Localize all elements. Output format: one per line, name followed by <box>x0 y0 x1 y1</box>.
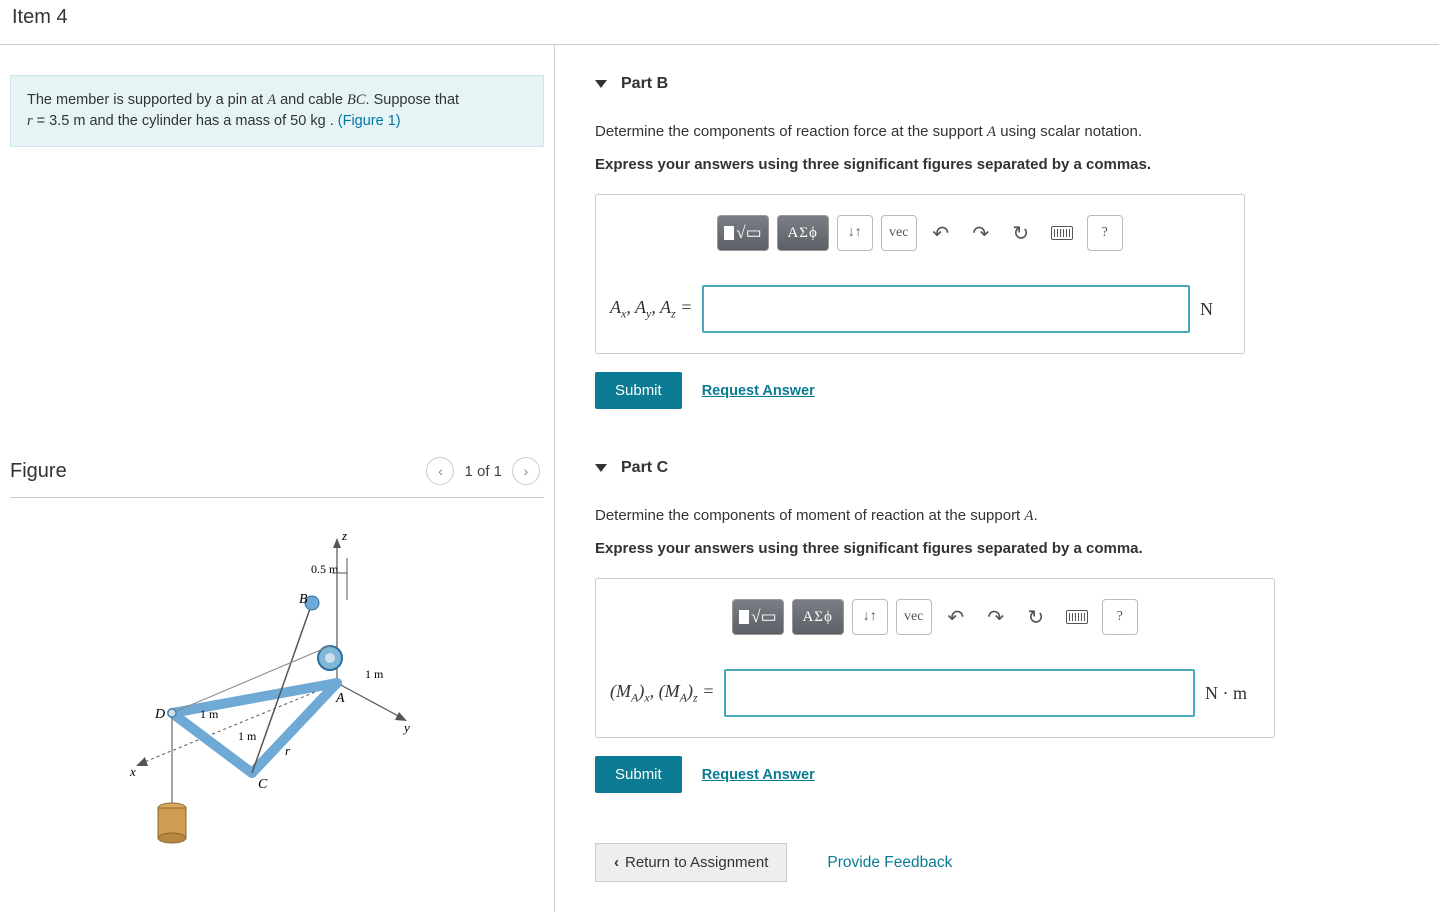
redo-icon: ↷ <box>987 605 1004 630</box>
axis-x-label: x <box>129 764 136 779</box>
templates-button[interactable]: √▭ <box>732 599 783 635</box>
vector-button[interactable]: vec <box>881 215 917 251</box>
reset-icon: ↻ <box>1012 221 1029 246</box>
sqrt-icon: √▭ <box>736 223 761 243</box>
help-button[interactable]: ? <box>1087 215 1123 251</box>
undo-button[interactable]: ↶ <box>925 215 957 251</box>
part-b-instruction-b: using scalar notation. <box>996 123 1142 140</box>
reset-icon: ↻ <box>1027 605 1044 630</box>
part-c-request-answer-link[interactable]: Request Answer <box>702 767 815 783</box>
part-b-title: Part B <box>621 75 668 93</box>
part-c-header[interactable]: Part C <box>595 459 1439 477</box>
prompt-text: . Suppose that <box>366 92 460 108</box>
prompt-text: The member is supported by a pin at <box>27 92 267 108</box>
figure-prev-button[interactable]: ‹ <box>426 457 454 485</box>
reset-button[interactable]: ↻ <box>1005 215 1037 251</box>
dim-1m-a-label: 1 m <box>365 667 384 681</box>
redo-button[interactable]: ↷ <box>965 215 997 251</box>
item-title: Item 4 <box>0 0 1439 44</box>
part-c-title: Part C <box>621 459 668 477</box>
prompt-text: . <box>326 113 338 129</box>
caret-down-icon <box>595 80 607 88</box>
axis-y-label: y <box>402 720 410 735</box>
part-b-instruction: Determine the components of reaction for… <box>595 123 987 140</box>
point-D-label: D <box>154 707 165 722</box>
part-c-instruction-b: . <box>1034 507 1038 524</box>
caret-down-icon <box>595 464 607 472</box>
templates-button[interactable]: √▭ <box>717 215 768 251</box>
point-A-label: A <box>335 691 345 706</box>
figure-image: z x y B A C D r 0.5 m 1 m 1 m 1 m <box>10 498 544 878</box>
cable-BC: BC <box>347 92 366 108</box>
part-b-submit-button[interactable]: Submit <box>595 372 682 409</box>
undo-button[interactable]: ↶ <box>940 599 972 635</box>
part-b-point-A: A <box>987 124 996 140</box>
dim-r-label: r <box>285 743 291 758</box>
subsup-button[interactable]: ↓↑ <box>837 215 873 251</box>
vector-button[interactable]: vec <box>896 599 932 635</box>
figure-next-button[interactable]: › <box>512 457 540 485</box>
keyboard-icon <box>1051 226 1073 240</box>
part-c-answer-input[interactable] <box>724 669 1195 717</box>
keyboard-icon <box>1066 610 1088 624</box>
provide-feedback-link[interactable]: Provide Feedback <box>827 854 952 872</box>
redo-button[interactable]: ↷ <box>980 599 1012 635</box>
undo-icon: ↶ <box>947 605 964 630</box>
figure-title: Figure <box>10 460 67 483</box>
part-c-instruction: Determine the components of moment of re… <box>595 507 1024 524</box>
point-C-label: C <box>258 777 268 792</box>
chevron-left-icon: ‹ <box>438 463 443 479</box>
dim-1m-c-label: 1 m <box>238 729 257 743</box>
greek-button[interactable]: ΑΣϕ <box>792 599 844 635</box>
sqrt-icon: √▭ <box>751 607 776 627</box>
part-b-request-answer-link[interactable]: Request Answer <box>702 383 815 399</box>
dim-1m-b-label: 1 m <box>200 707 219 721</box>
subsup-button[interactable]: ↓↑ <box>852 599 888 635</box>
keyboard-button[interactable] <box>1060 599 1094 635</box>
part-b-eq-label: Ax, Ay, Az = <box>610 297 692 322</box>
figure-counter: 1 of 1 <box>464 463 502 480</box>
dim-0.5m-label: 0.5 m <box>311 562 339 576</box>
part-c-eq-label: (MA)x, (MA)z = <box>610 681 714 706</box>
problem-prompt: The member is supported by a pin at A an… <box>10 75 544 147</box>
prompt-text: and cable <box>276 92 347 108</box>
equation-toolbar: √▭ ΑΣϕ ↓↑ vec ↶ ↷ ↻ ? <box>610 593 1260 641</box>
part-b-header[interactable]: Part B <box>595 75 1439 93</box>
part-c-instruction2: Express your answers using three signifi… <box>595 538 1439 561</box>
chevron-right-icon: › <box>524 463 529 479</box>
part-b-unit: N <box>1200 299 1230 320</box>
chevron-left-icon: ‹ <box>614 854 619 871</box>
part-c-point-A: A <box>1024 508 1033 524</box>
part-b-instruction2: Express your answers using three signifi… <box>595 154 1439 177</box>
return-label: Return to Assignment <box>625 854 768 871</box>
greek-button[interactable]: ΑΣϕ <box>777 215 829 251</box>
help-button[interactable]: ? <box>1102 599 1138 635</box>
part-c-unit: N · m <box>1205 683 1260 704</box>
part-c-submit-button[interactable]: Submit <box>595 756 682 793</box>
prompt-text: and the cylinder has a mass of 50 <box>85 113 310 129</box>
keyboard-button[interactable] <box>1045 215 1079 251</box>
undo-icon: ↶ <box>932 221 949 246</box>
point-A: A <box>267 92 276 108</box>
return-to-assignment-button[interactable]: ‹ Return to Assignment <box>595 843 787 882</box>
unit-kg: kg <box>310 113 325 129</box>
axis-z-label: z <box>341 528 347 543</box>
part-c-answer-box: √▭ ΑΣϕ ↓↑ vec ↶ ↷ ↻ ? (MA)x, (MA)z = <box>595 578 1275 738</box>
equation-toolbar: √▭ ΑΣϕ ↓↑ vec ↶ ↷ ↻ ? <box>610 209 1230 257</box>
part-b-answer-box: √▭ ΑΣϕ ↓↑ vec ↶ ↷ ↻ ? Ax, Ay, Az = <box>595 194 1245 354</box>
point-B-label: B <box>299 592 308 607</box>
part-b-answer-input[interactable] <box>702 285 1190 333</box>
r-value: = 3.5 m <box>33 113 86 129</box>
figure-link[interactable]: (Figure 1) <box>338 113 401 129</box>
reset-button[interactable]: ↻ <box>1020 599 1052 635</box>
redo-icon: ↷ <box>972 221 989 246</box>
